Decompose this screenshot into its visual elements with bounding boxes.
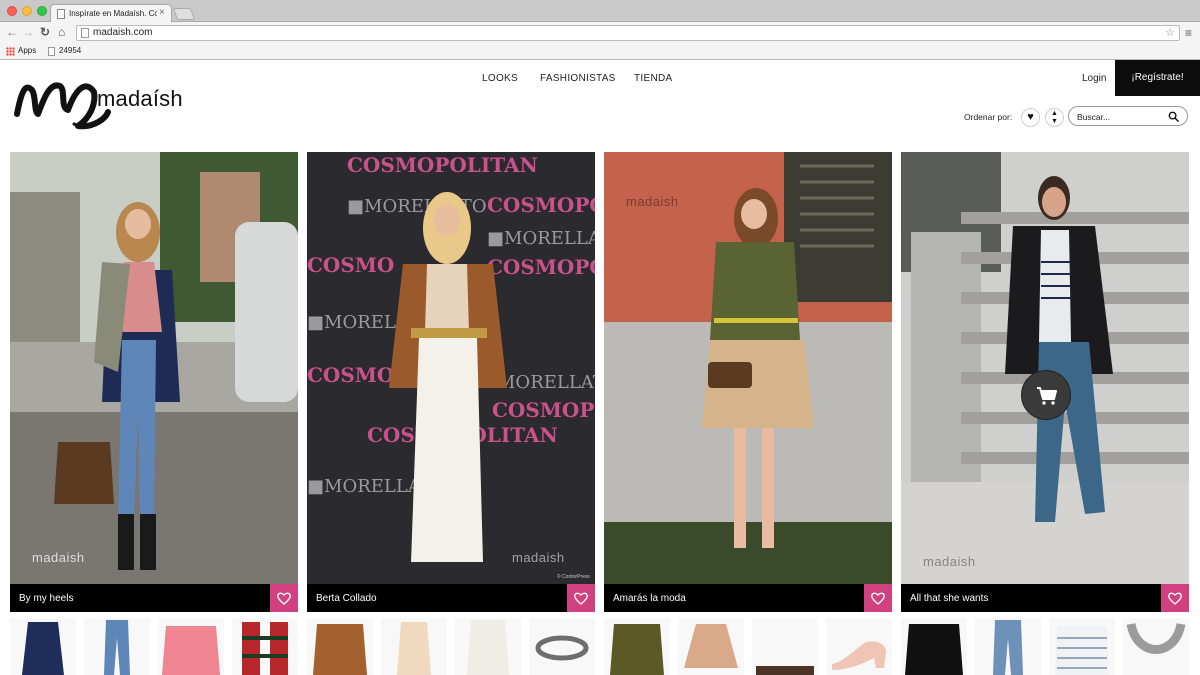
sort-order-arrows-icon[interactable]: ▲ ▼	[1045, 108, 1064, 127]
reload-icon[interactable]: ↻	[40, 25, 50, 39]
bookmarks-bar: Apps 24954	[0, 44, 1200, 60]
like-button[interactable]	[864, 584, 892, 612]
svg-text:COSMOPOLITAN: COSMOPOLITAN	[347, 153, 538, 177]
product-thumb-cream-top[interactable]	[381, 618, 447, 675]
heart-icon	[277, 592, 291, 605]
maximize-window-button[interactable]	[37, 6, 47, 16]
look-photo[interactable]	[901, 152, 1189, 584]
new-tab-button[interactable]	[172, 8, 196, 20]
look-photo[interactable]: COSMOPOLITAN COSMOPOLITAN COSMO COSMOPOL…	[307, 152, 595, 584]
cart-icon	[1037, 387, 1057, 405]
product-thumb-leather-jacket[interactable]	[307, 618, 373, 675]
like-button[interactable]	[270, 584, 298, 612]
url-text[interactable]: madaish.com	[93, 27, 152, 38]
search-box[interactable]	[1068, 106, 1188, 126]
look-title[interactable]: By my heels	[19, 593, 73, 604]
back-icon[interactable]: ←	[6, 25, 18, 39]
watermark: madaish	[512, 550, 565, 565]
bookmark-star-icon[interactable]: ☆	[1165, 26, 1175, 39]
look-title-bar: Berta Collado	[307, 584, 595, 612]
product-thumb-navy-coat[interactable]	[10, 618, 76, 675]
svg-text:COSMOPOLITAN: COSMOPOLITAN	[487, 193, 595, 217]
product-thumb-pink-sweater[interactable]	[158, 618, 224, 675]
menu-icon[interactable]: ≡	[1185, 26, 1192, 40]
svg-text:COSMOPOLITAN: COSMOPOLITAN	[492, 398, 595, 422]
svg-text:■MORELLATO: ■MORELLATO	[487, 228, 595, 249]
address-bar[interactable]: madaish.com ☆	[76, 25, 1180, 41]
browser-chrome: Inspírate en Madaísh. Com × ← → ↻ ⌂ mada…	[0, 0, 1200, 60]
sort-label: Ordenar por:	[964, 112, 1013, 122]
product-thumbnails	[604, 618, 892, 675]
look-title[interactable]: All that she wants	[910, 593, 988, 604]
product-thumbnails	[10, 618, 298, 675]
bookmark-24954[interactable]: 24954	[59, 46, 81, 55]
page-icon	[48, 47, 55, 56]
look-title[interactable]: Amarás la moda	[613, 593, 686, 604]
look-title[interactable]: Berta Collado	[316, 593, 377, 604]
page-icon	[81, 28, 89, 38]
product-thumb-jeans[interactable]	[84, 618, 150, 675]
search-icon[interactable]	[1168, 111, 1179, 122]
look-photo[interactable]	[10, 152, 298, 584]
watermark: madaish	[626, 194, 679, 209]
product-thumb-green-cardigan[interactable]	[604, 618, 670, 675]
tab-title: Inspírate en Madaísh. Com	[69, 9, 157, 18]
close-window-button[interactable]	[7, 6, 17, 16]
look-title-bar: Amarás la moda	[604, 584, 892, 612]
look-title-bar: All that she wants	[901, 584, 1189, 612]
product-thumbnails	[901, 618, 1189, 675]
product-thumb-statement-necklace[interactable]	[1123, 618, 1189, 675]
like-button[interactable]	[567, 584, 595, 612]
nav-fashionistas[interactable]: FASHIONISTAS	[540, 73, 616, 84]
browser-toolbar: ← → ↻ ⌂ madaish.com ☆	[0, 22, 1200, 44]
bookmark-apps[interactable]: Apps	[18, 46, 36, 55]
minimize-window-button[interactable]	[22, 6, 32, 16]
watermark: madaish	[923, 554, 976, 569]
product-thumbnails	[307, 618, 595, 675]
svg-text:COSMO: COSMO	[307, 363, 394, 387]
product-thumb-plaid-scarf[interactable]	[232, 618, 298, 675]
product-thumb-white-trousers[interactable]	[455, 618, 521, 675]
tab-close-button[interactable]: ×	[159, 7, 165, 18]
product-thumb-black-blazer[interactable]	[901, 618, 967, 675]
product-thumb-jeans[interactable]	[975, 618, 1041, 675]
product-thumb-silver-belt[interactable]	[529, 618, 595, 675]
search-input[interactable]	[1077, 110, 1167, 123]
product-thumb-nude-heels[interactable]	[826, 618, 892, 675]
watermark: madaish	[32, 550, 85, 565]
forward-icon[interactable]: →	[22, 25, 34, 39]
product-thumb-brown-bag[interactable]	[752, 618, 818, 675]
nav-looks[interactable]: LOOKS	[482, 73, 518, 84]
sort-by-likes-heart-icon[interactable]: ♥	[1021, 108, 1040, 127]
register-button[interactable]: ¡Regístrate!	[1115, 60, 1200, 96]
home-icon[interactable]: ⌂	[58, 25, 65, 39]
svg-text:MORELLATO: MORELLATO	[497, 372, 595, 393]
heart-icon	[871, 592, 885, 605]
svg-text:COSMO: COSMO	[307, 253, 394, 277]
look-title-bar: By my heels	[10, 584, 298, 612]
heart-icon	[1168, 592, 1182, 605]
login-link[interactable]: Login	[1082, 73, 1106, 84]
product-thumb-beige-skirt[interactable]	[678, 618, 744, 675]
page-icon	[57, 9, 65, 19]
product-thumb-striped-tee[interactable]	[1049, 618, 1115, 675]
nav-tienda[interactable]: TIENDA	[634, 73, 672, 84]
tab-strip: Inspírate en Madaísh. Com ×	[0, 0, 1200, 23]
like-button[interactable]	[1161, 584, 1189, 612]
add-to-cart-button[interactable]	[1021, 370, 1071, 420]
apps-grid-icon[interactable]	[6, 47, 15, 56]
heart-icon	[574, 592, 588, 605]
look-photo[interactable]	[604, 152, 892, 584]
logo-text[interactable]: madaísh	[97, 86, 183, 112]
browser-tab[interactable]: Inspírate en Madaísh. Com ×	[50, 4, 172, 23]
svg-text:COSMOPOLITAN: COSMOPOLITAN	[487, 255, 595, 279]
photo-credit: © ContorPress	[557, 574, 590, 580]
